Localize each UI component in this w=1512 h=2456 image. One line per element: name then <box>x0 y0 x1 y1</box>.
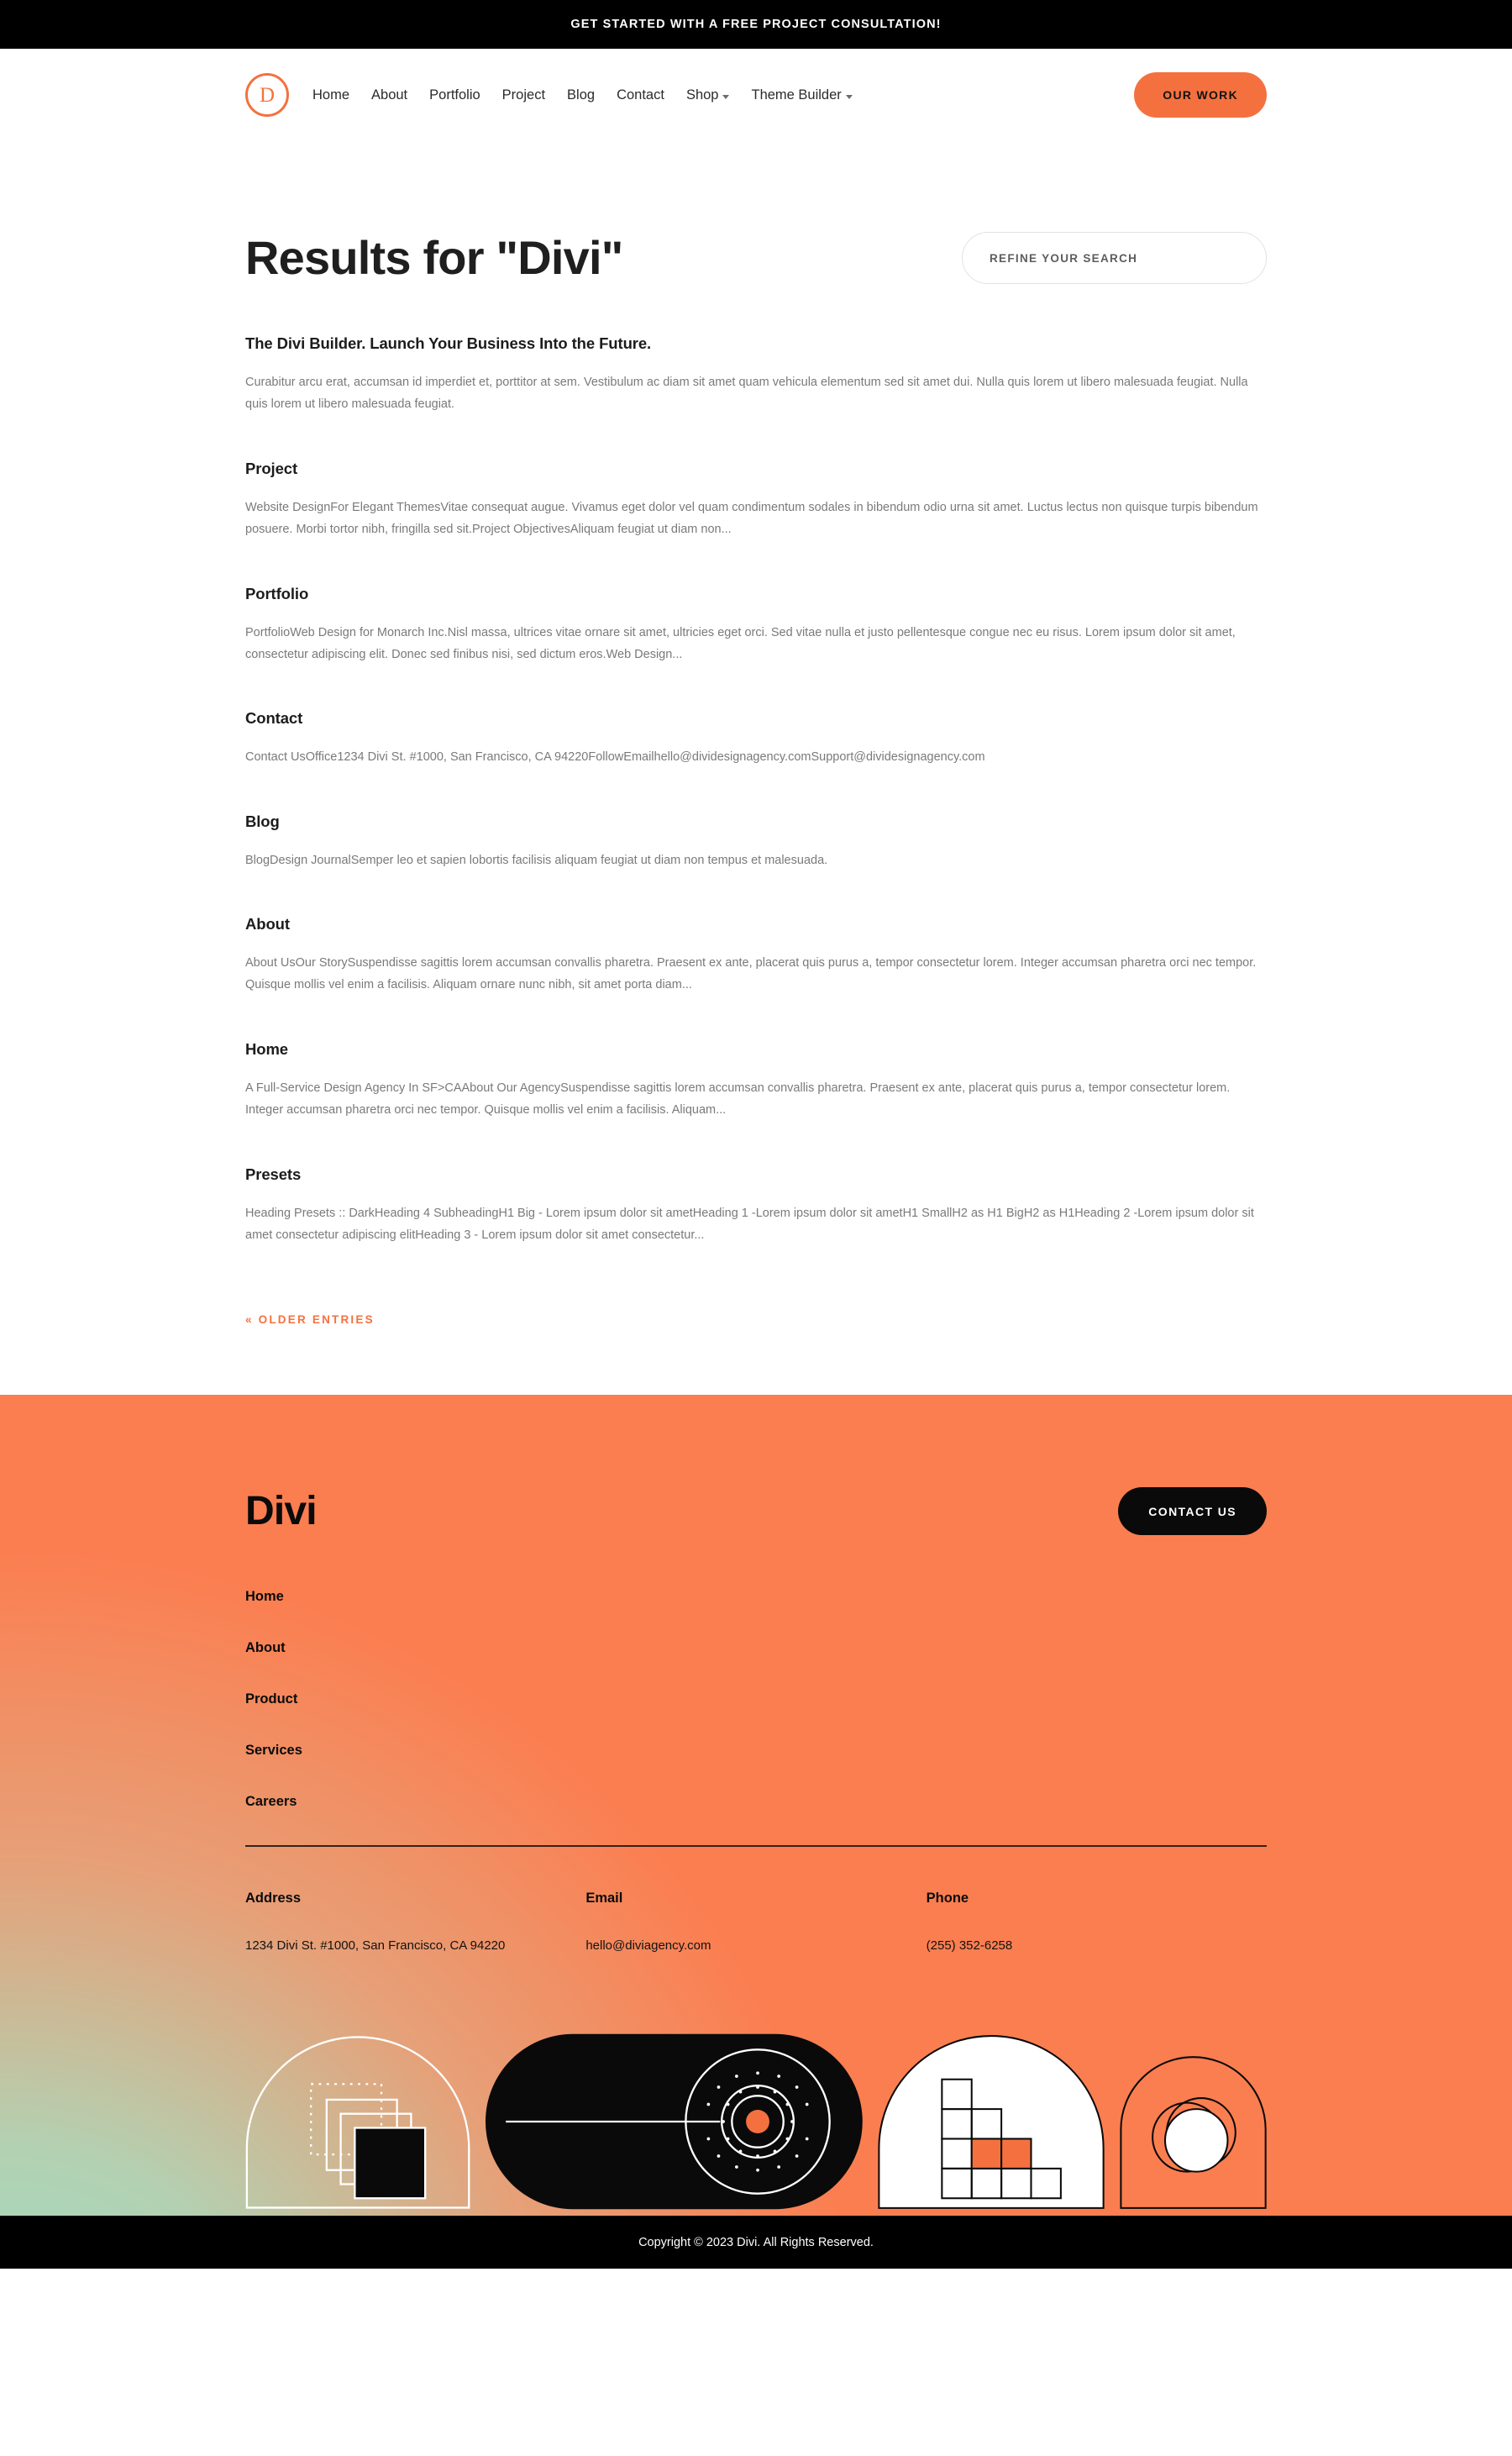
nav-label: About <box>371 87 408 103</box>
nav-item-project[interactable]: Project <box>502 87 545 103</box>
nav-item-blog[interactable]: Blog <box>567 87 595 103</box>
search-result-item: Portfolio PortfolioWeb Design for Monarc… <box>245 585 1267 710</box>
footer-decorative-graphics <box>245 2022 1267 2216</box>
chevron-down-icon <box>722 94 730 99</box>
primary-navigation: Home About Portfolio Project Blog Contac… <box>312 87 1134 103</box>
search-result-item: Blog BlogDesign JournalSemper leo et sap… <box>245 813 1267 915</box>
footer-column-email: Email hello@diviagency.com <box>585 1891 926 1957</box>
nav-item-theme-builder[interactable]: Theme Builder <box>751 87 853 103</box>
announcement-text: GET STARTED WITH A FREE PROJECT CONSULTA… <box>570 18 942 31</box>
footer-top-row: Divi CONTACT US <box>245 1395 1267 1536</box>
footer-link-home[interactable]: Home <box>245 1589 284 1605</box>
arch-graphic-squares-icon <box>245 2036 470 2209</box>
footer-link-about[interactable]: About <box>245 1640 286 1656</box>
search-results-main: Results for "Divi" REFINE YOUR SEARCH Th… <box>0 141 1512 1396</box>
refine-search-input[interactable]: REFINE YOUR SEARCH <box>962 232 1267 284</box>
logo-letter: D <box>259 83 276 107</box>
arch-graphic-target-icon <box>486 2033 863 2210</box>
footer-link-careers[interactable]: Careers <box>245 1794 297 1810</box>
result-excerpt: Heading Presets :: DarkHeading 4 Subhead… <box>245 1206 1254 1242</box>
result-title[interactable]: Portfolio <box>245 585 1267 603</box>
footer-divider <box>245 1845 1267 1847</box>
result-excerpt: PortfolioWeb Design for Monarch Inc.Nisl… <box>245 625 1236 661</box>
nav-label: Contact <box>617 87 664 103</box>
nav-item-home[interactable]: Home <box>312 87 349 103</box>
result-title[interactable]: The Divi Builder. Launch Your Business I… <box>245 334 1267 353</box>
arch-graphic-circles-icon <box>1120 2056 1267 2209</box>
search-result-item: The Divi Builder. Launch Your Business I… <box>245 334 1267 460</box>
result-title[interactable]: Presets <box>245 1165 1267 1184</box>
announcement-bar: GET STARTED WITH A FREE PROJECT CONSULTA… <box>0 0 1512 49</box>
nav-label: Theme Builder <box>751 87 842 103</box>
footer-column-heading: Address <box>245 1890 302 1906</box>
search-result-item: Contact Contact UsOffice1234 Divi St. #1… <box>245 709 1267 812</box>
nav-label: Shop <box>685 87 719 103</box>
search-result-item: Home A Full-Service Design Agency In SF>… <box>245 1040 1267 1165</box>
contact-us-button[interactable]: CONTACT US <box>1118 1487 1267 1536</box>
result-excerpt: BlogDesign JournalSemper leo et sapien l… <box>245 853 828 867</box>
footer-column-heading: Email <box>585 1890 623 1906</box>
refine-search-placeholder: REFINE YOUR SEARCH <box>990 251 1138 265</box>
result-title[interactable]: About <box>245 915 1267 933</box>
result-title[interactable]: Home <box>245 1040 1267 1059</box>
footer-link-product[interactable]: Product <box>245 1691 297 1707</box>
result-title[interactable]: Contact <box>245 709 1267 728</box>
copyright-bar: Copyright © 2023 Divi. All Rights Reserv… <box>0 2216 1512 2269</box>
nav-item-portfolio[interactable]: Portfolio <box>429 87 480 103</box>
nav-label: Home <box>312 87 350 103</box>
footer-column-value[interactable]: hello@diviagency.com <box>585 1935 871 1957</box>
nav-label: Portfolio <box>429 87 480 103</box>
chevron-down-icon <box>845 94 853 99</box>
nav-item-contact[interactable]: Contact <box>617 87 664 103</box>
search-result-item: Presets Heading Presets :: DarkHeading 4… <box>245 1165 1267 1279</box>
site-header: D Home About Portfolio Project Blog Cont… <box>0 49 1512 141</box>
result-excerpt: Website DesignFor Elegant ThemesVitae co… <box>245 500 1258 537</box>
search-result-item: About About UsOur StorySuspendisse sagit… <box>245 915 1267 1040</box>
older-entries-link[interactable]: « OLDER ENTRIES <box>245 1313 375 1326</box>
copyright-text: Copyright © 2023 Divi. All Rights Reserv… <box>638 2235 874 2249</box>
nav-item-about[interactable]: About <box>371 87 407 103</box>
result-title[interactable]: Blog <box>245 813 1267 831</box>
footer-column-phone: Phone (255) 352-6258 <box>927 1891 1267 1957</box>
arch-graphic-grid-icon <box>878 2035 1105 2209</box>
footer-column-heading: Phone <box>926 1890 969 1906</box>
page-title: Results for "Divi" <box>245 230 623 284</box>
result-title[interactable]: Project <box>245 460 1267 478</box>
footer-column-address: Address 1234 Divi St. #1000, San Francis… <box>245 1891 585 1957</box>
footer-column-value[interactable]: (255) 352-6258 <box>927 1935 1212 1957</box>
nav-item-shop[interactable]: Shop <box>686 87 730 103</box>
search-result-item: Project Website DesignFor Elegant Themes… <box>245 460 1267 585</box>
footer-navigation: Home About Product Services Careers <box>245 1589 1267 1810</box>
result-excerpt: A Full-Service Design Agency In SF>CAAbo… <box>245 1081 1231 1118</box>
result-excerpt: About UsOur StorySuspendisse sagittis lo… <box>245 956 1257 992</box>
logo-icon[interactable]: D <box>245 73 289 117</box>
nav-label: Blog <box>567 87 596 103</box>
result-excerpt: Contact UsOffice1234 Divi St. #1000, San… <box>245 750 985 765</box>
site-footer: Divi CONTACT US Home About Product Servi… <box>0 1395 1512 2216</box>
footer-logo[interactable]: Divi <box>245 1488 318 1534</box>
nav-label: Project <box>501 87 546 103</box>
result-excerpt: Curabitur arcu erat, accumsan id imperdi… <box>245 376 1248 412</box>
our-work-button[interactable]: OUR WORK <box>1134 72 1267 118</box>
footer-column-value[interactable]: 1234 Divi St. #1000, San Francisco, CA 9… <box>245 1935 531 1957</box>
footer-contact-columns: Address 1234 Divi St. #1000, San Francis… <box>245 1891 1267 1957</box>
results-header: Results for "Divi" REFINE YOUR SEARCH <box>245 141 1267 334</box>
footer-link-services[interactable]: Services <box>245 1743 302 1759</box>
